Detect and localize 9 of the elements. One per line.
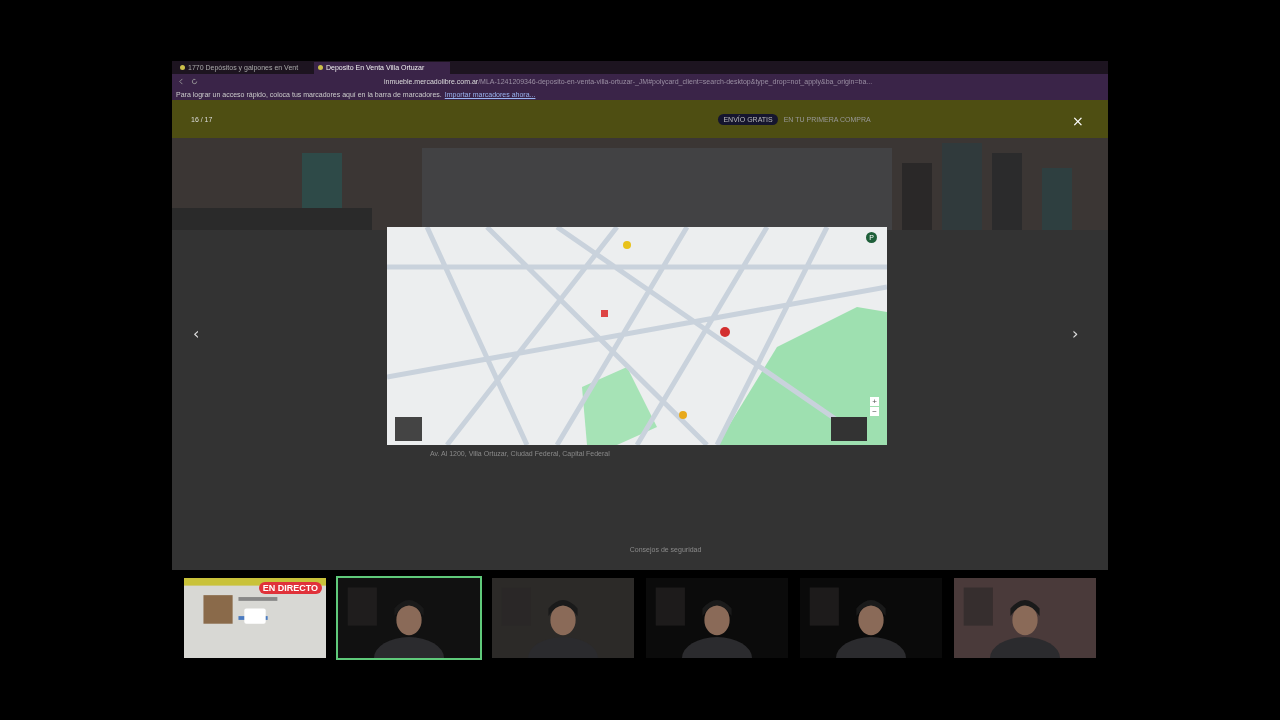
next-button[interactable]: › (1072, 326, 1079, 342)
zoom-out-button[interactable]: − (870, 407, 879, 416)
video-tile[interactable]: EN DIRECTO (182, 576, 328, 660)
zoom-in-button[interactable]: + (870, 397, 879, 406)
previous-button[interactable]: ‹ (193, 326, 200, 342)
live-badge: EN DIRECTO (258, 582, 322, 594)
reload-icon[interactable] (191, 78, 198, 85)
back-icon[interactable] (178, 78, 185, 85)
close-button[interactable]: × (1072, 114, 1084, 128)
